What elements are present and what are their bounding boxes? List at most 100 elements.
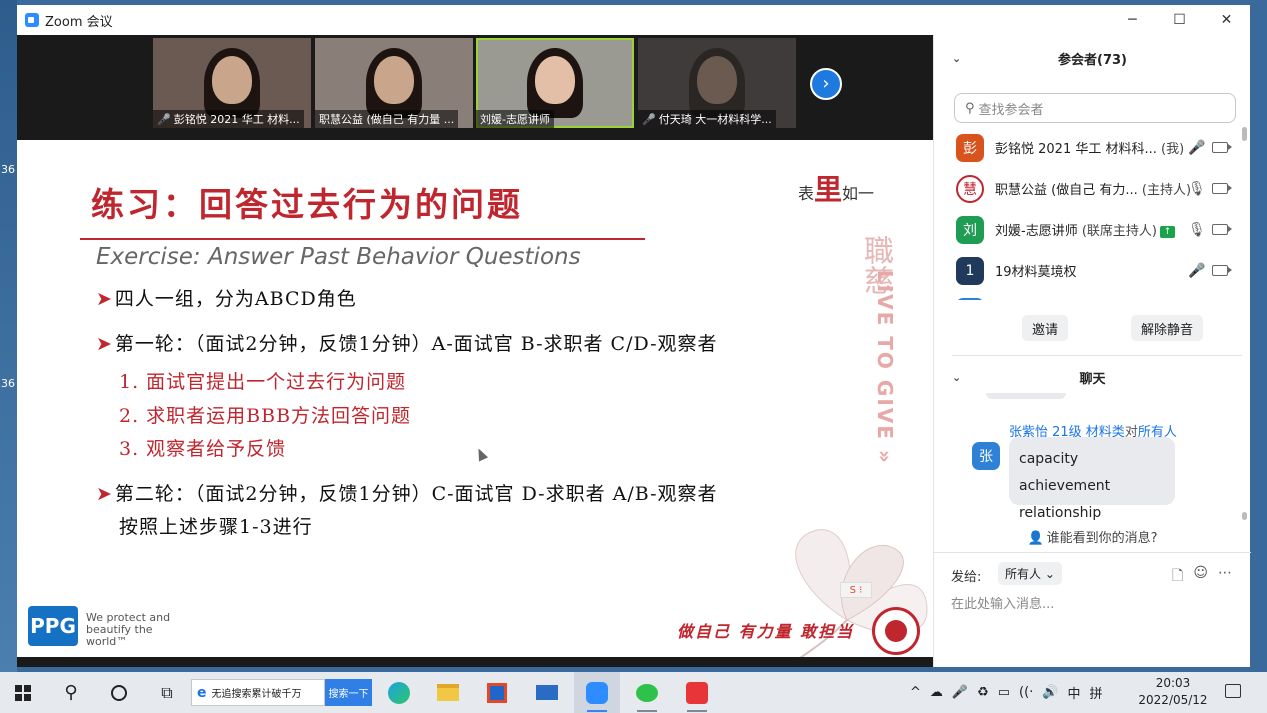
windows-logo-icon [15,684,31,701]
mic-icon[interactable]: 🎙 [1188,222,1206,238]
search-icon: ⚲ [965,100,975,116]
taskbar-clock[interactable]: 20:03 2022/05/12 [1133,675,1213,709]
next-videos-button[interactable]: › [810,68,842,100]
video-tile[interactable]: 🎤 彭铭悦 2021 华工 材料... [153,38,311,128]
camera-icon[interactable] [1212,142,1232,153]
clock-time: 20:03 [1155,676,1191,690]
avatar: 1 [956,256,984,285]
slide-slogan: 做自己 有力量 敢担当 [677,622,855,641]
side-panel: ⌄ 参会者(73) ⚲ 查找参会者 彭 彭铭悦 2021 华工 材料科... (… [933,35,1251,667]
microphone-icon[interactable]: 🎤 [952,685,968,700]
camera-icon[interactable] [1212,265,1232,276]
participant-row[interactable]: 1 19材料莫境权 🎤 [934,250,1244,291]
participant-row[interactable]: 慧 职慧公益 (做自己 有力... (主持人) 🎙 [934,168,1244,209]
participant-name: 刘媛-志愿讲师 (联席主持人) ↑ [995,220,1175,239]
taskbar-app-zoom[interactable] [574,672,620,713]
chevron-down-icon: ⌄ [1044,566,1055,581]
emoji-icon[interactable]: ☺ [1193,565,1208,583]
edge-icon: e [197,684,207,701]
cortana-button[interactable] [96,672,142,713]
mic-icon[interactable]: 🎙 [1188,181,1206,197]
taskbar-app-mail[interactable] [524,672,570,713]
participant-search-input[interactable]: ⚲ 查找参会者 [954,93,1236,123]
battery-icon[interactable]: ▭ [998,685,1010,700]
ime-indicator[interactable]: S ⁝ [840,582,872,598]
participant-row[interactable]: 刘 刘媛-志愿讲师 (联席主持人) ↑ 🎙 [934,209,1244,250]
ime-mode-indicator[interactable]: 拼 [1090,683,1103,702]
participant-face [697,56,737,104]
maximize-button[interactable]: ☐ [1156,5,1203,35]
zoom-icon [586,681,608,704]
mic-muted-icon[interactable]: 🎤 [1188,263,1205,279]
window-title: Zoom 会议 [45,14,113,30]
slide-bullet: ➤ 四人一组，分为ABCD角色 [96,288,357,310]
close-button[interactable]: ✕ [1203,5,1250,35]
participant-row[interactable]: 彭 彭铭悦 2021 华工 材料科... (我) 🎤 [934,127,1244,168]
participant-face [212,56,252,104]
slide-bullet: ➤ 第二轮：（面试2分钟，反馈1分钟）C-面试官 D-求职者 A/B-观察者 [96,483,718,505]
task-view-button[interactable]: ⧉ [144,672,190,713]
participant-name: 19材料莫境权 [995,265,1077,280]
taskbar-app-store[interactable] [474,672,520,713]
video-tile[interactable]: 🎤 付天琦 大一材料科学... [638,38,796,128]
show-hidden-icons-icon[interactable]: ^ [910,685,921,700]
chevron-down-icon[interactable]: ⌄ [952,52,961,65]
camera-icon[interactable] [1212,224,1232,235]
slide-step: 3. 观察者给予反馈 [119,438,287,460]
taskbar-app-edge[interactable] [376,672,422,713]
avatar: 刘 [956,215,984,244]
zoom-window: Zoom 会议 ─ ☐ ✕ 🎤 彭铭悦 2021 华工 材料... 职慧公益 (做… [17,5,1251,667]
minimize-button[interactable]: ─ [1109,5,1156,35]
slide-vertical-tagline: LIVE TO GIVE » [873,270,897,465]
chevron-down-icon[interactable]: ⌄ [952,371,961,384]
avatar [956,297,984,300]
taskbar-search-button[interactable]: 搜索一下 [325,679,372,706]
camera-icon[interactable] [1212,183,1232,194]
slide-motto: 表里如一 [798,173,875,206]
taskbar-app-wps[interactable] [674,672,720,713]
participant-name: 职慧公益 (做自己 有力... (主持人) [995,183,1192,198]
video-tile-active-speaker[interactable]: 刘媛-志愿讲师 [476,38,634,128]
search-button[interactable]: ⚲ [48,672,94,713]
cloud-icon[interactable]: ☁ [930,685,943,700]
clock-date: 2022/05/12 [1138,693,1208,707]
volume-icon[interactable]: 🔊 [1042,685,1058,700]
send-to-dropdown[interactable]: 所有人 ⌄ [998,562,1062,585]
wifi-icon[interactable]: ((· [1019,685,1033,700]
start-button[interactable] [0,672,46,713]
mic-muted-icon[interactable]: 🎤 [1188,140,1205,156]
taskbar: ⚲ ⧉ e 无追搜索累计破千万 搜索一下 ^ ☁ 🎤 ♻ ▭ ((· 🔊 中 拼 … [0,672,1267,713]
panel-divider [952,355,1242,356]
taskbar-app-file-explorer[interactable] [425,672,471,713]
wechat-icon [636,683,658,702]
participant-row-partial[interactable] [934,291,1244,300]
file-icon[interactable]: 🗋 [1172,565,1183,584]
shared-screen-slide: 练习：回答过去行为的问题 Exercise: Answer Past Behav… [17,140,933,657]
system-tray: ^ ☁ 🎤 ♻ ▭ ((· 🔊 中 拼 [910,672,1112,713]
slide-bottom-bar [17,657,933,667]
taskbar-search-box[interactable]: e 无追搜索累计破千万 [191,679,325,706]
chat-header[interactable]: ⌄ 聊天 [934,357,1251,397]
chat-message-bubble: capacity achievement relationship [1009,437,1175,521]
participants-header[interactable]: ⌄ 参会者(73) [934,35,1251,81]
who-can-see-messages-link[interactable]: 👤 谁能看到你的消息? [934,527,1251,546]
wps-icon [686,681,708,704]
participant-name: 彭铭悦 2021 华工 材料科... (我) [995,142,1185,157]
taskbar-app-wechat[interactable] [624,672,670,713]
more-icon[interactable]: ⋯ [1218,565,1232,583]
screen-share-icon: ↑ [1160,225,1175,238]
slide-bullet-continued: 按照上述步骤1-3进行 [119,516,313,538]
title-bar[interactable]: Zoom 会议 ─ ☐ ✕ [17,5,1250,35]
desktop-edge-label: 36 [1,163,15,176]
chat-message-input[interactable]: 在此处输入消息... [951,593,1054,612]
input-language-indicator[interactable]: 中 [1068,683,1081,702]
participant-list-scrollbar[interactable] [1242,127,1247,302]
participant-face [374,56,414,104]
video-tile[interactable]: 职慧公益 (做自己 有力量 ... [315,38,473,128]
chat-scrollbar[interactable] [1242,400,1247,520]
unmute-button[interactable]: 解除静音 [1131,315,1204,341]
edge-icon [388,681,410,704]
notification-icon[interactable] [1225,684,1241,698]
invite-button[interactable]: 邀请 [1022,315,1069,341]
sync-icon[interactable]: ♻ [977,685,989,700]
